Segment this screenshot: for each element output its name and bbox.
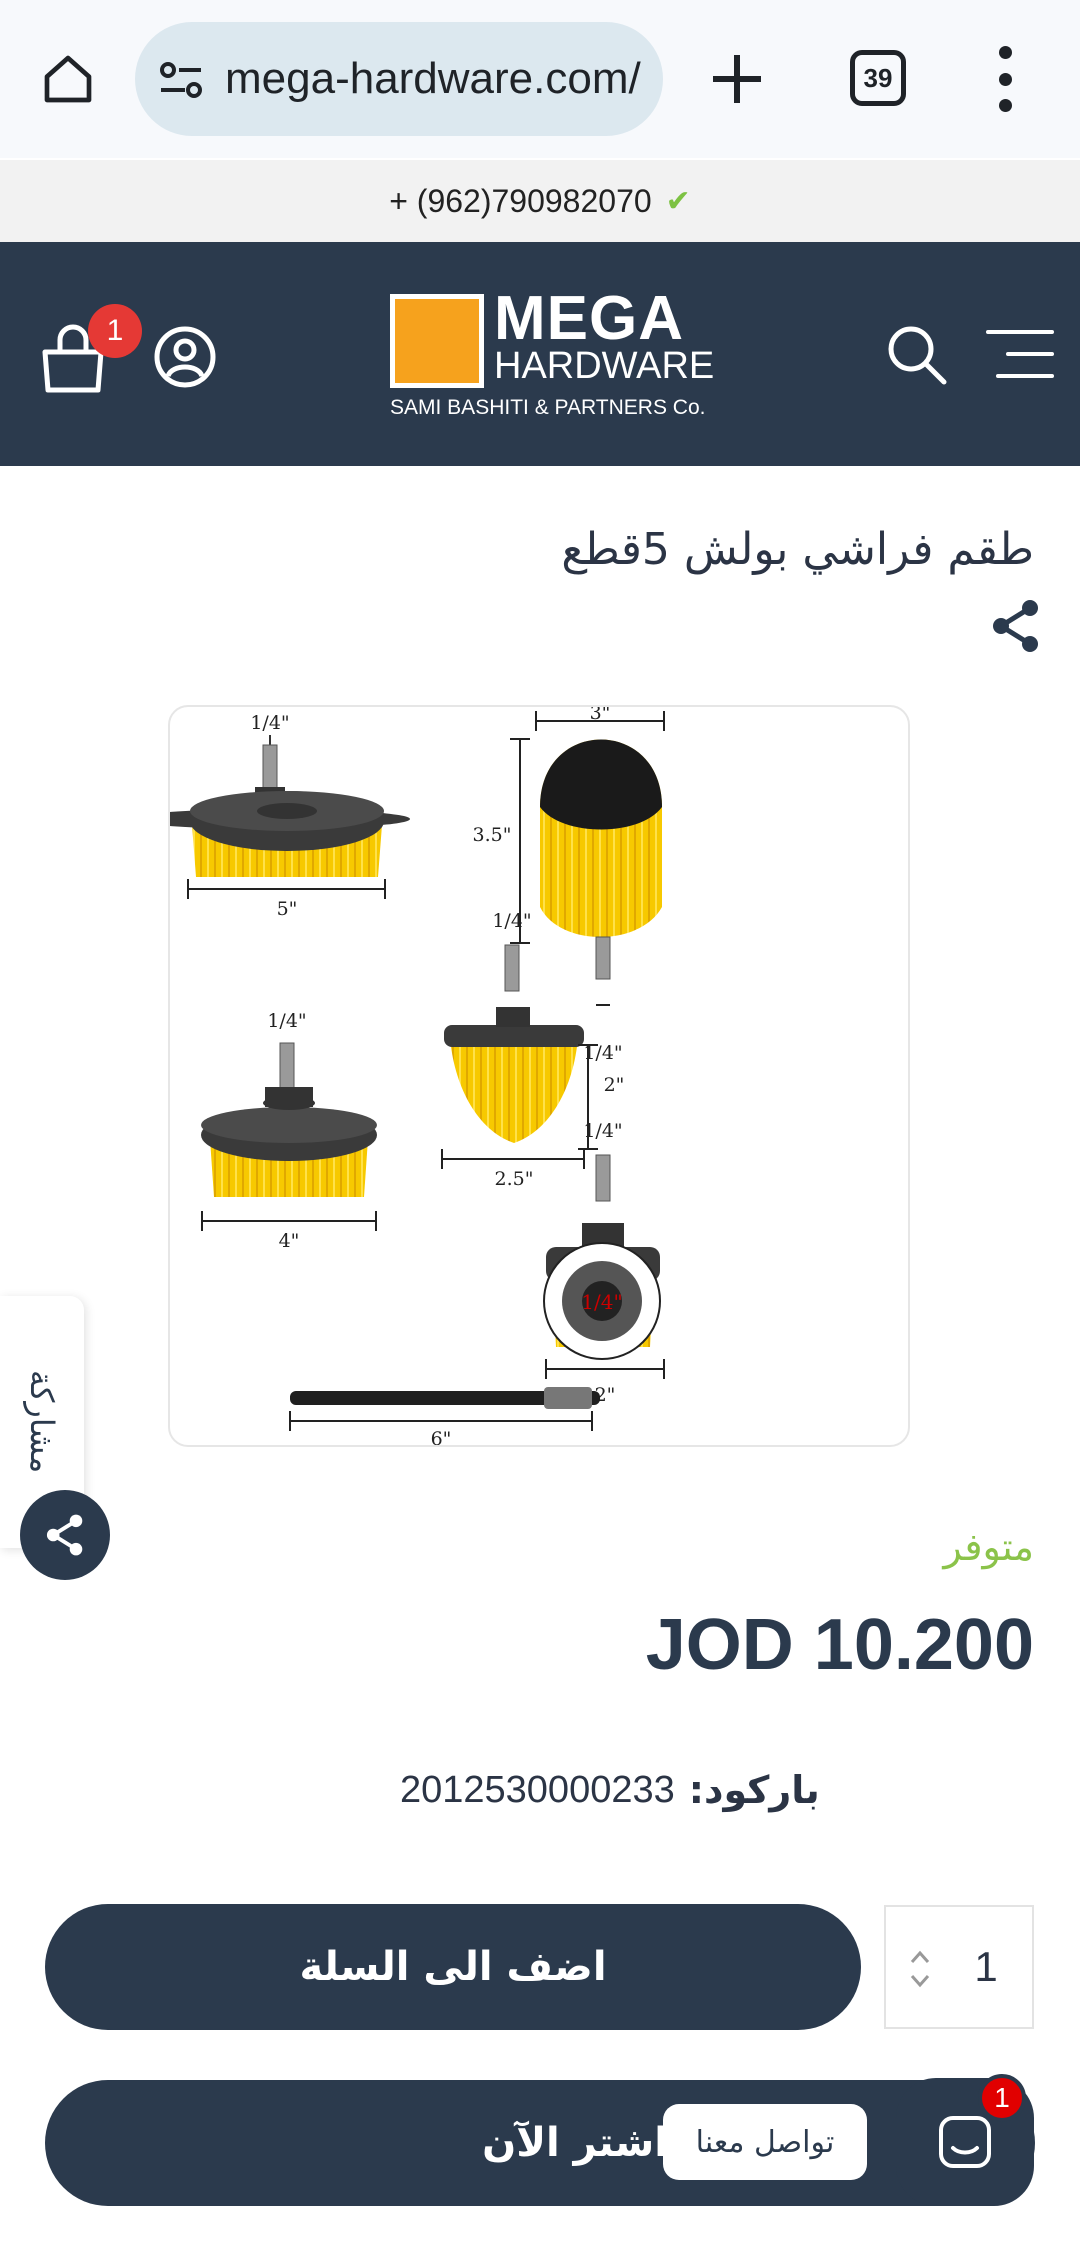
- chat-icon: [939, 2116, 991, 2168]
- brush-2-5-height-label: 2": [604, 1074, 625, 1096]
- chat-notification-badge: 1: [978, 2074, 1026, 2122]
- quantity-value[interactable]: 1: [956, 1937, 1016, 1997]
- barcode-value: 2012530000233: [400, 1768, 675, 1811]
- socket-size-label: 1/4": [581, 1290, 622, 1314]
- brush-2-5-shank-label: 1/4": [492, 910, 531, 932]
- extension-bar: 6": [289, 1387, 600, 1447]
- brush-cone-height-label: 3.5": [473, 824, 512, 846]
- product-image[interactable]: 1/4" 5" 1/4" 4" 3" 3.5" 1/4" 1/4" 2" 2.5…: [168, 705, 910, 1447]
- brush-5-shank-label: 1/4": [250, 712, 289, 734]
- brush-4-shank-label: 1/4": [267, 1010, 306, 1032]
- phone-number[interactable]: + (962)790982070: [389, 183, 651, 220]
- product-title: طقم فراشي بولش 5قطع: [561, 524, 1034, 575]
- tab-switcher-button[interactable]: 39: [850, 50, 906, 106]
- url-text: mega-hardware.com/: [225, 54, 641, 103]
- new-tab-icon[interactable]: [700, 42, 774, 116]
- site-header: 1 MEGA HARDWARE SAMI BASHITI & PARTNERS …: [0, 242, 1080, 466]
- logo-mega-text: MEGA: [494, 284, 684, 353]
- check-icon: ✔: [665, 183, 691, 219]
- chevron-up-icon[interactable]: [908, 1949, 932, 1965]
- hamburger-menu-icon[interactable]: [986, 326, 1056, 382]
- brush-2-5-width-label: 2.5": [495, 1168, 534, 1190]
- brush-cone-width-label: 3": [590, 707, 611, 724]
- side-share-icon[interactable]: [20, 1490, 110, 1580]
- brush-5-width-label: 5": [277, 898, 298, 920]
- brush-5-inch: 1/4" 5": [170, 712, 410, 920]
- logo-mark: [390, 294, 484, 388]
- barcode-row: باركود: 2012530000233: [400, 1760, 1034, 1820]
- user-account-icon[interactable]: [152, 324, 218, 390]
- more-options-icon[interactable]: [985, 46, 1025, 112]
- barcode-label: باركود:: [688, 1768, 820, 1812]
- search-icon[interactable]: [884, 322, 950, 388]
- buy-now-label: اشتر الآن: [482, 2120, 668, 2166]
- stock-status: متوفر: [943, 1525, 1034, 1569]
- socket-detail: 1/4": [543, 1242, 661, 1360]
- brush-4-width-label: 4": [279, 1230, 300, 1252]
- contact-us-button[interactable]: تواصل معنا: [663, 2104, 867, 2180]
- brush-4-inch: 1/4" 4": [201, 1010, 377, 1252]
- site-logo[interactable]: MEGA HARDWARE SAMI BASHITI & PARTNERS Co…: [390, 288, 714, 422]
- home-icon[interactable]: [30, 45, 106, 113]
- quantity-stepper[interactable]: 1: [884, 1905, 1034, 2029]
- product-price: JOD 10.200: [645, 1605, 1034, 1685]
- share-icon[interactable]: [990, 598, 1042, 654]
- cart-count-badge: 1: [88, 304, 142, 358]
- add-to-cart-button[interactable]: اضف الى السلة: [45, 1904, 861, 2030]
- extension-length-label: 6": [431, 1428, 452, 1447]
- buy-now-button[interactable]: اشتر الآن: [45, 2080, 1035, 2206]
- address-bar[interactable]: mega-hardware.com/: [135, 22, 663, 136]
- contact-phone-strip: + (962)790982070 ✔: [0, 160, 1080, 242]
- logo-subtitle: SAMI BASHITI & PARTNERS Co.: [390, 396, 706, 419]
- logo-hardware-text: HARDWARE: [494, 345, 715, 387]
- brush-2-shank-label: 1/4": [583, 1120, 622, 1142]
- browser-toolbar: mega-hardware.com/ 39: [0, 0, 1080, 158]
- chevron-down-icon[interactable]: [908, 1973, 932, 1989]
- site-settings-icon[interactable]: [157, 60, 207, 100]
